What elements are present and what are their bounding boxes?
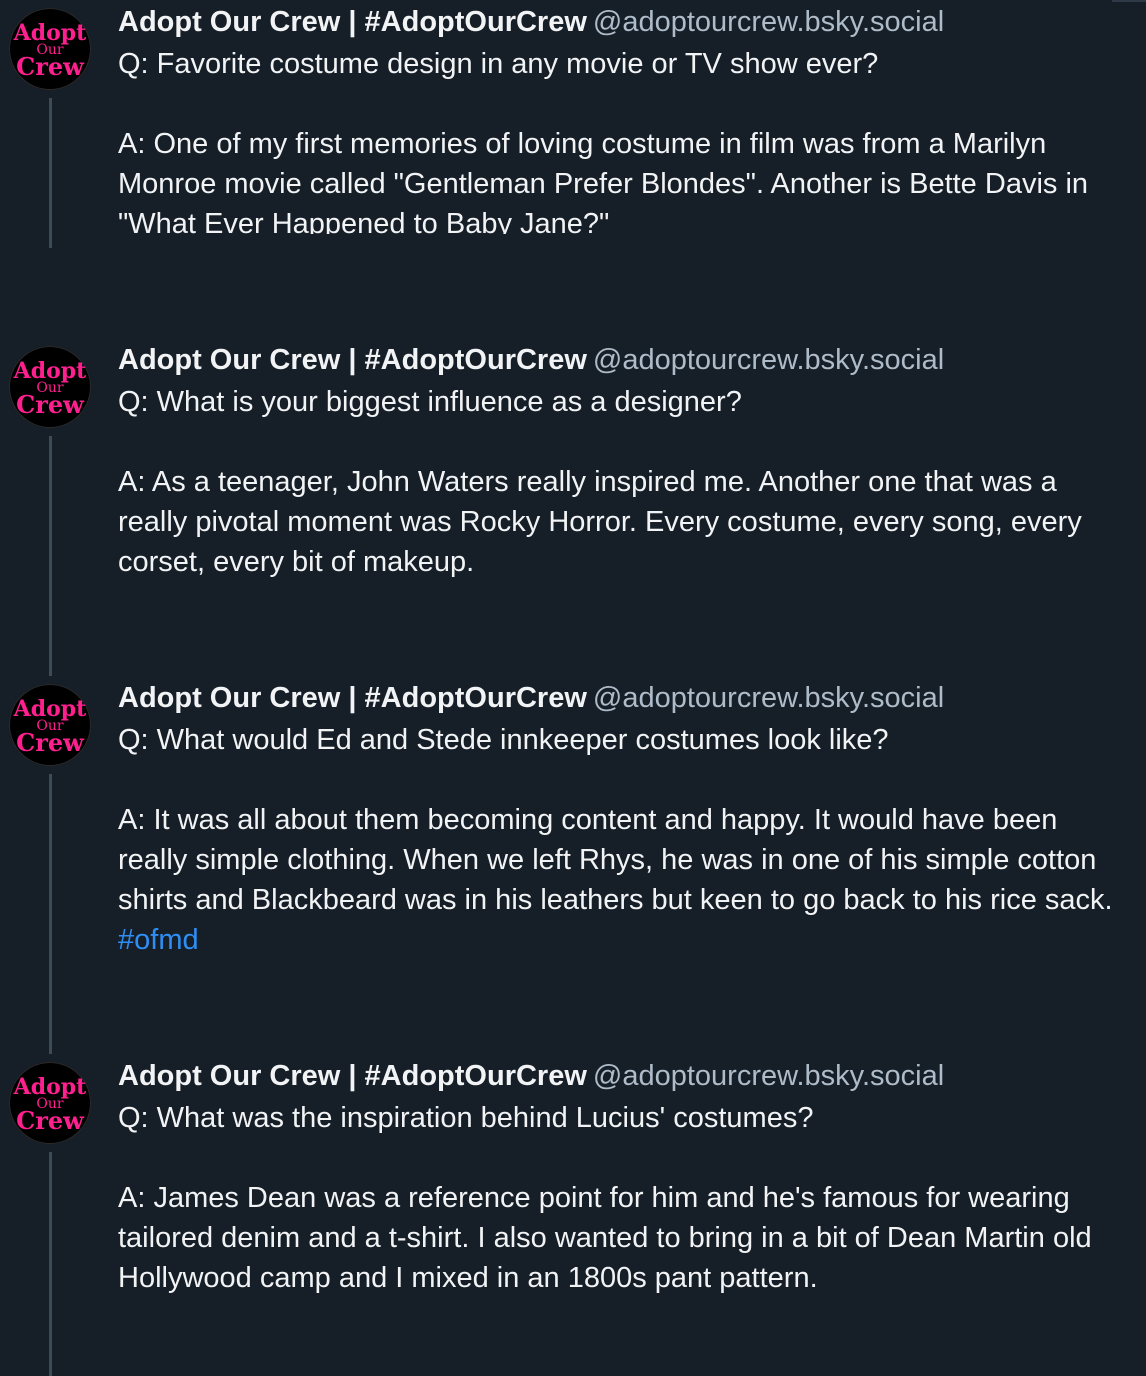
- adopt-our-crew-logo: Adopt Our Crew: [13, 696, 88, 757]
- hashtag-link[interactable]: #ofmd: [118, 924, 199, 956]
- answer-text: A: As a teenager, John Waters really ins…: [118, 466, 1082, 578]
- adopt-our-crew-logo: Adopt Our Crew: [13, 358, 88, 419]
- avatar[interactable]: Adopt Our Crew: [9, 684, 91, 766]
- author-handle[interactable]: @adoptourcrew.bsky.social: [593, 682, 944, 714]
- thread-line: [49, 1152, 52, 1376]
- post-content: Adopt Our Crew | #AdoptOurCrew @adoptourc…: [118, 676, 1128, 960]
- svg-text:Crew: Crew: [16, 728, 85, 757]
- svg-text:Crew: Crew: [16, 52, 85, 81]
- post-content: Adopt Our Crew | #AdoptOurCrew @adoptourc…: [118, 0, 1128, 234]
- post-text: Q: What would Ed and Stede innkeeper cos…: [118, 720, 1128, 960]
- post-header: Adopt Our Crew | #AdoptOurCrew @adoptourc…: [118, 1054, 1128, 1098]
- answer-text: A: It was all about them becoming conten…: [118, 804, 1113, 916]
- post-header: Adopt Our Crew | #AdoptOurCrew @adoptourc…: [118, 0, 1128, 44]
- adopt-our-crew-logo: Adopt Our Crew: [13, 1074, 88, 1135]
- adopt-our-crew-logo: Adopt Our Crew: [13, 20, 88, 81]
- thread-line: [49, 774, 52, 1054]
- avatar[interactable]: Adopt Our Crew: [9, 346, 91, 428]
- author-name[interactable]: Adopt Our Crew | #AdoptOurCrew: [118, 1060, 587, 1092]
- question-text: Q: What is your biggest influence as a d…: [118, 386, 742, 418]
- post-text: Q: Favorite costume design in any movie …: [118, 44, 1128, 234]
- post-content: Adopt Our Crew | #AdoptOurCrew @adoptourc…: [118, 1054, 1128, 1298]
- svg-text:Crew: Crew: [16, 390, 85, 419]
- post-text: Q: What was the inspiration behind Luciu…: [118, 1098, 1128, 1298]
- author-name[interactable]: Adopt Our Crew | #AdoptOurCrew: [118, 344, 587, 376]
- thread-line: [49, 436, 52, 676]
- question-text: Q: Favorite costume design in any movie …: [118, 48, 879, 80]
- thread-line: [49, 98, 52, 248]
- post-header: Adopt Our Crew | #AdoptOurCrew @adoptourc…: [118, 338, 1128, 382]
- svg-text:Crew: Crew: [16, 1106, 85, 1135]
- avatar[interactable]: Adopt Our Crew: [9, 8, 91, 90]
- post-text: Q: What is your biggest influence as a d…: [118, 382, 1128, 582]
- author-handle[interactable]: @adoptourcrew.bsky.social: [593, 6, 944, 38]
- author-name[interactable]: Adopt Our Crew | #AdoptOurCrew: [118, 6, 587, 38]
- question-text: Q: What was the inspiration behind Luciu…: [118, 1102, 814, 1134]
- question-text: Q: What would Ed and Stede innkeeper cos…: [118, 724, 889, 756]
- avatar[interactable]: Adopt Our Crew: [9, 1062, 91, 1144]
- thread: Adopt Our Crew Adopt Our Crew | #AdoptOu…: [0, 0, 1146, 1376]
- answer-text: A: One of my first memories of loving co…: [118, 128, 1089, 234]
- author-handle[interactable]: @adoptourcrew.bsky.social: [593, 344, 944, 376]
- answer-text: A: James Dean was a reference point for …: [118, 1182, 1092, 1294]
- author-handle[interactable]: @adoptourcrew.bsky.social: [593, 1060, 944, 1092]
- author-name[interactable]: Adopt Our Crew | #AdoptOurCrew: [118, 682, 587, 714]
- post-content: Adopt Our Crew | #AdoptOurCrew @adoptourc…: [118, 338, 1128, 582]
- post-header: Adopt Our Crew | #AdoptOurCrew @adoptourc…: [118, 676, 1128, 720]
